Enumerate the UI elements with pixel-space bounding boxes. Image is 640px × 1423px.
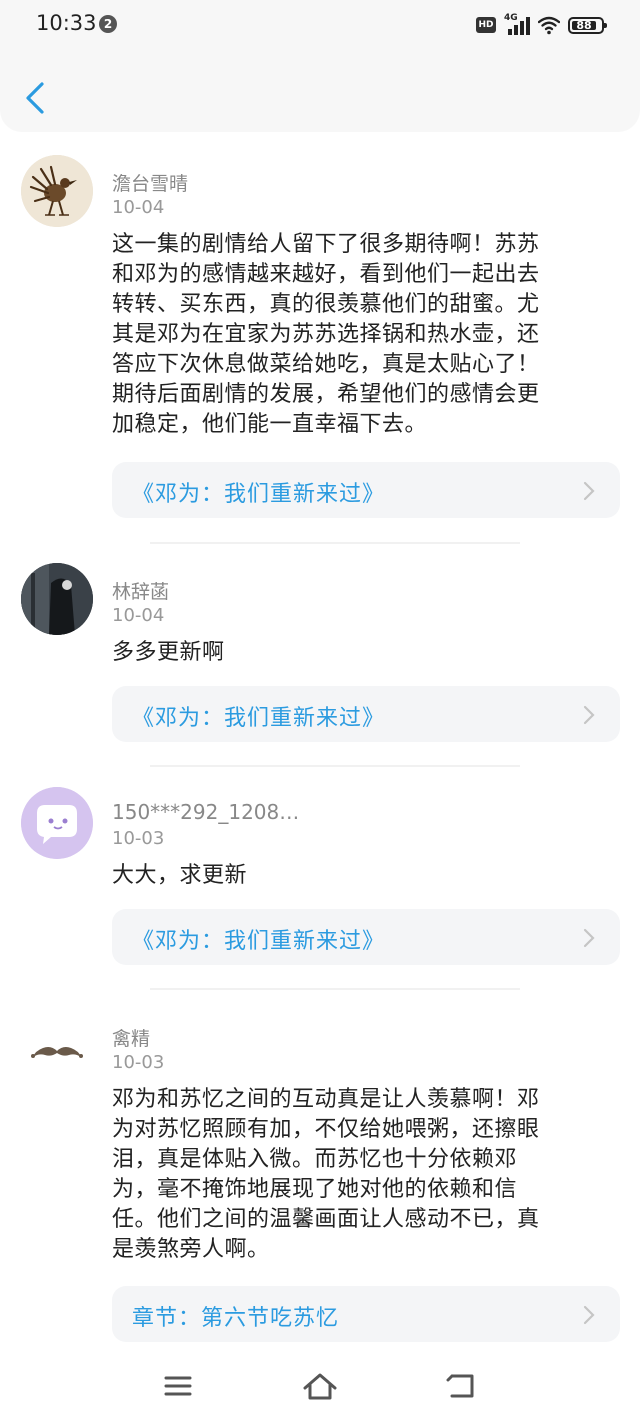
comment-text-line: 大大，求更新 — [112, 863, 248, 888]
chapter-link-card[interactable]: 章节：第六节吃苏忆 — [112, 1286, 620, 1342]
comment-date: 10-04 — [112, 605, 165, 626]
comment-divider — [150, 765, 520, 767]
comment-username[interactable]: 澹台雪晴 — [112, 169, 188, 196]
comment-text: 多多更新啊 — [112, 638, 612, 668]
comment-text-line: 其是邓为在宜家为苏苏选择锅和热水壶，还 — [112, 322, 540, 347]
status-icons: HD 4G 88 — [476, 13, 607, 37]
comment-text-line: 泪，真是体贴入微。而苏忆也十分依赖邓 — [112, 1147, 518, 1172]
back-button[interactable] — [20, 78, 50, 118]
comment-date: 10-03 — [112, 828, 165, 849]
mustache-avatar-icon — [21, 1015, 93, 1087]
chapter-link-card[interactable]: 《邓为：我们重新来过》 — [112, 462, 620, 518]
chevron-right-icon — [583, 705, 595, 725]
chevron-right-icon — [583, 928, 595, 948]
comment-text-line: 这一集的剧情给人留下了很多期待啊！苏苏 — [112, 232, 540, 257]
chapter-link-label: 《邓为：我们重新来过》 — [132, 482, 386, 507]
comment-text-line: 任。他们之间的温馨画面让人感动不已，真 — [112, 1207, 540, 1232]
comment-username[interactable]: 林辞菡 — [112, 577, 169, 604]
comment-text: 邓为和苏忆之间的互动真是让人羡慕啊！邓 为对苏忆照顾有加，不仅给她喂粥，还擦眼 … — [112, 1085, 612, 1265]
chapter-link-label: 《邓为：我们重新来过》 — [132, 929, 386, 954]
avatar[interactable] — [21, 787, 93, 859]
wifi-icon — [538, 16, 560, 35]
home-icon[interactable] — [300, 1368, 340, 1404]
chapter-link-label: 章节：第六节吃苏忆 — [132, 1306, 340, 1331]
status-bar: 10:33 2 HD 4G 88 — [0, 0, 640, 50]
comment-date: 10-04 — [112, 197, 165, 218]
status-time: 10:33 — [36, 11, 97, 35]
battery-icon: 88 — [568, 16, 607, 34]
comment-text-line: 是羡煞旁人啊。 — [112, 1237, 270, 1262]
hd-icon: HD — [476, 17, 496, 33]
comment-date: 10-03 — [112, 1052, 165, 1073]
comment-text-line: 为对苏忆照顾有加，不仅给她喂粥，还擦眼 — [112, 1117, 540, 1142]
notification-count-badge: 2 — [99, 15, 117, 33]
chapter-link-card[interactable]: 《邓为：我们重新来过》 — [112, 686, 620, 742]
chapter-link-label: 《邓为：我们重新来过》 — [132, 706, 386, 731]
comment-text-line: 多多更新啊 — [112, 640, 225, 665]
comment-divider — [150, 542, 520, 544]
avatar[interactable] — [21, 1015, 93, 1087]
cellular-signal-icon: 4G — [504, 13, 530, 35]
comment-text-line: 邓为和苏忆之间的互动真是让人羡慕啊！邓 — [112, 1087, 540, 1112]
comment-text: 这一集的剧情给人留下了很多期待啊！苏苏 和邓为的感情越来越好，看到他们一起出去 … — [112, 230, 612, 440]
comment-username[interactable]: 禽精 — [112, 1024, 150, 1051]
chevron-right-icon — [583, 1305, 595, 1325]
chevron-right-icon — [583, 481, 595, 501]
dark-photo-avatar-image — [21, 563, 93, 635]
comment-divider — [150, 988, 520, 990]
comment-text-line: 加稳定，他们能一直幸福下去。 — [112, 412, 428, 437]
system-navigation-bar — [0, 1358, 640, 1423]
comment-text-line: 期待后面剧情的发展，希望他们的感情会更 — [112, 382, 540, 407]
top-navigation-bar — [0, 50, 640, 132]
battery-level: 88 — [572, 20, 596, 31]
back-nav-icon[interactable] — [442, 1368, 482, 1404]
avatar[interactable] — [21, 563, 93, 635]
comment-text-line: 答应下次休息做菜给她吃，真是太贴心了！ — [112, 352, 540, 377]
chat-bubble-avatar-icon — [21, 787, 93, 859]
comment-text-line: 和邓为的感情越来越好，看到他们一起出去 — [112, 262, 540, 287]
comment-text: 大大，求更新 — [112, 861, 612, 891]
bird-sketch-avatar-image — [21, 155, 93, 227]
comment-text-line: 为，毫不掩饰地展现了她对他的依赖和信 — [112, 1177, 518, 1202]
comment-text-line: 转转、买东西，真的很羡慕他们的甜蜜。尤 — [112, 292, 540, 317]
network-type-label: 4G — [504, 13, 518, 23]
comment-username[interactable]: 150***292_1208… — [112, 800, 299, 824]
avatar[interactable] — [21, 155, 93, 227]
chapter-link-card[interactable]: 《邓为：我们重新来过》 — [112, 909, 620, 965]
menu-icon[interactable] — [158, 1368, 198, 1404]
